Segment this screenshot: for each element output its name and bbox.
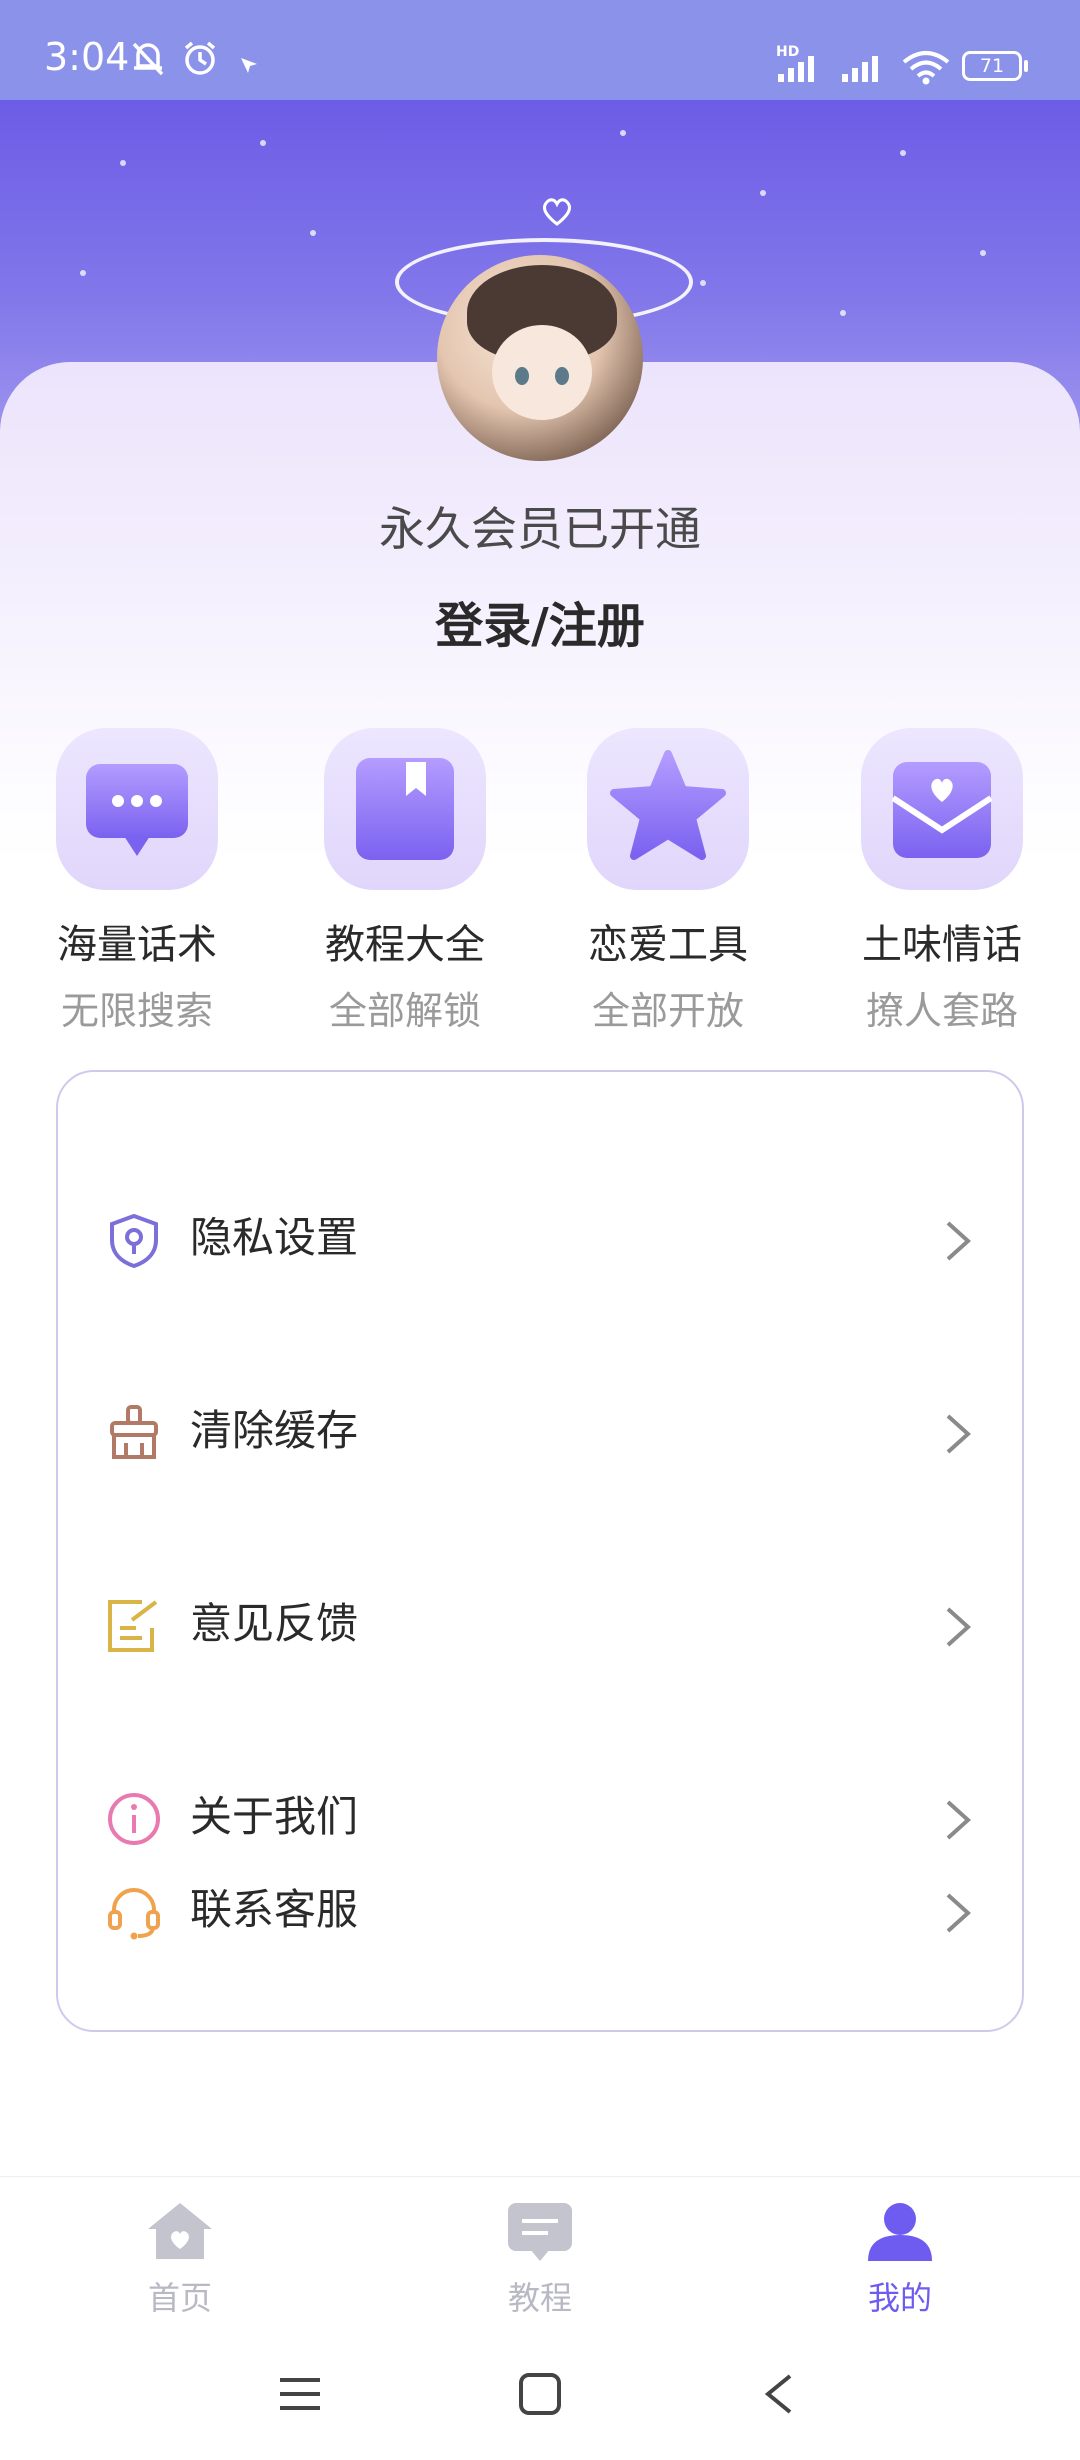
tab-home[interactable]: 首页 — [80, 2199, 280, 2319]
tab-tutorials[interactable]: 教程 — [440, 2199, 640, 2319]
tab-label: 我的 — [867, 2279, 932, 2317]
feature-tools[interactable]: 恋爱工具 全部开放 — [568, 728, 768, 1035]
feature-title: 恋爱工具 — [588, 922, 748, 968]
feature-title: 土味情话 — [862, 922, 1022, 968]
user-icon — [868, 2203, 932, 2261]
back-icon[interactable] — [760, 2372, 796, 2416]
love-letter-icon — [861, 728, 1023, 890]
edit-note-icon — [108, 1600, 158, 1652]
heart-icon — [543, 198, 571, 226]
book-icon — [324, 728, 486, 890]
chat-bubble-icon — [56, 728, 218, 890]
battery-level: 71 — [979, 55, 1005, 77]
message-icon — [508, 2203, 572, 2261]
feature-subtitle: 全部开放 — [591, 989, 744, 1033]
wifi-icon — [902, 51, 950, 85]
menu-item-feedback[interactable]: 意见反馈 — [58, 1551, 1022, 1701]
feature-scripts[interactable]: 海量话术 无限搜索 — [37, 728, 237, 1035]
status-time: 3:04 — [44, 35, 130, 79]
tab-label: 首页 — [147, 2279, 212, 2317]
battery-cap — [1024, 60, 1028, 72]
settings-menu: 隐私设置 清除缓存 意见反馈 关于我们 联系客服 — [56, 1070, 1024, 2032]
menu-icon[interactable] — [278, 2374, 322, 2414]
menu-item-customer-service[interactable]: 联系客服 — [58, 1837, 1022, 1987]
feature-subtitle: 无限搜索 — [60, 989, 213, 1033]
chevron-right-icon — [946, 1607, 971, 1647]
menu-item-label: 关于我们 — [190, 1792, 359, 1841]
menu-item-label: 清除缓存 — [190, 1406, 359, 1455]
avatar[interactable] — [437, 255, 643, 461]
system-navigation-bar — [0, 2330, 1080, 2460]
headset-icon — [108, 1888, 160, 1940]
broom-icon — [110, 1405, 158, 1459]
signal-icon — [778, 56, 814, 82]
tab-mine[interactable]: 我的 — [800, 2199, 1000, 2319]
bell-off-icon — [132, 42, 164, 76]
feature-subtitle: 撩人套路 — [865, 989, 1018, 1033]
tab-label: 教程 — [507, 2279, 572, 2317]
chevron-right-icon — [946, 1221, 971, 1261]
home-button-icon[interactable] — [518, 2372, 562, 2416]
home-icon — [148, 2203, 212, 2259]
chevron-right-icon — [946, 1414, 971, 1454]
menu-item-label: 隐私设置 — [190, 1213, 359, 1262]
menu-item-label: 意见反馈 — [190, 1599, 359, 1648]
feature-title: 教程大全 — [325, 922, 485, 968]
menu-item-clear-cache[interactable]: 清除缓存 — [58, 1358, 1022, 1508]
shield-lock-icon — [110, 1213, 158, 1268]
membership-status: 永久会员已开通 — [379, 502, 701, 556]
chevron-right-icon — [946, 1893, 971, 1933]
feature-tutorials[interactable]: 教程大全 全部解锁 — [305, 728, 505, 1035]
signal-icon — [842, 56, 878, 82]
notification-icon — [241, 58, 257, 73]
menu-item-privacy[interactable]: 隐私设置 — [58, 1165, 1022, 1315]
alarm-icon — [184, 41, 216, 75]
feature-title: 海量话术 — [57, 922, 217, 968]
status-bar: 3:04 HD 71 — [0, 0, 1080, 100]
feature-subtitle: 全部解锁 — [328, 989, 481, 1033]
star-icon — [587, 728, 749, 890]
feature-love-lines[interactable]: 土味情话 撩人套路 — [842, 728, 1042, 1035]
login-register-link[interactable]: 登录/注册 — [0, 586, 1080, 656]
bottom-tab-bar: 首页 教程 我的 — [0, 2176, 1080, 2327]
menu-item-label: 联系客服 — [190, 1885, 359, 1934]
chevron-right-icon — [946, 1800, 971, 1840]
battery-icon: 71 — [962, 51, 1022, 81]
